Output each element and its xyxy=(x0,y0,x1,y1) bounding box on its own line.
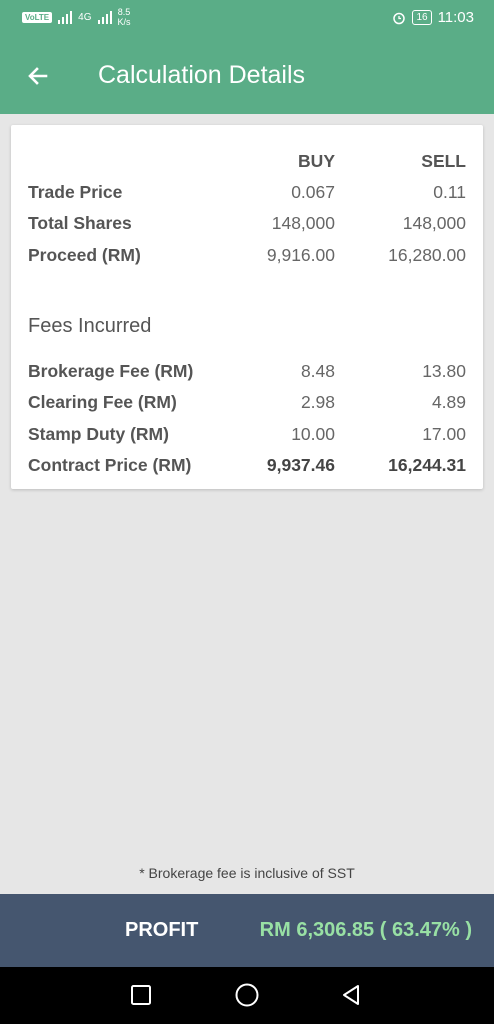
status-bar: VoLTE 4G 8.5 K/s 16 11:03 xyxy=(0,0,494,38)
back-button[interactable] xyxy=(20,58,56,94)
row-proceed: Proceed (RM) 9,916.00 16,280.00 xyxy=(11,245,483,273)
buy-value: 148,000 xyxy=(271,213,335,233)
row-clearing-fee: Clearing Fee (RM) 2.98 4.89 xyxy=(11,392,483,420)
row-label: Total Shares xyxy=(28,213,132,233)
sell-value: 13.80 xyxy=(422,361,466,381)
arrow-left-icon xyxy=(28,67,48,85)
row-stamp-duty: Stamp Duty (RM) 10.00 17.00 xyxy=(11,424,483,452)
status-left: VoLTE 4G 8.5 K/s xyxy=(22,7,131,27)
volte-badge: VoLTE xyxy=(22,11,53,23)
speed-value: 8.5 xyxy=(117,7,131,17)
status-right: 16 11:03 xyxy=(392,9,474,26)
row-label: Contract Price (RM) xyxy=(28,455,192,475)
sell-value: 0.11 xyxy=(433,182,466,202)
signal-icon xyxy=(58,10,73,24)
page-title: Calculation Details xyxy=(98,61,306,89)
profit-label: PROFIT xyxy=(125,919,199,941)
buy-value: 8.48 xyxy=(300,361,335,381)
system-nav-bar xyxy=(0,967,494,1024)
buy-value: 0.067 xyxy=(291,182,335,202)
square-icon xyxy=(131,985,151,1005)
row-contract-price: Contract Price (RM) 9,937.46 16,244.31 xyxy=(11,455,483,483)
buy-value: 9,937.46 xyxy=(266,455,335,475)
buy-value: 10.00 xyxy=(291,424,335,444)
row-label: Stamp Duty (RM) xyxy=(28,424,169,444)
circle-icon xyxy=(235,983,259,1007)
calculation-card: BUY SELL Trade Price 0.067 0.11 Total Sh… xyxy=(11,125,483,489)
sell-value: 148,000 xyxy=(402,213,466,233)
sell-value: 16,244.31 xyxy=(388,455,466,475)
row-label: Clearing Fee (RM) xyxy=(28,392,177,412)
app-bar: Calculation Details xyxy=(0,38,494,114)
row-brokerage-fee: Brokerage Fee (RM) 8.48 13.80 xyxy=(11,361,483,389)
sell-value: 4.89 xyxy=(431,392,466,412)
network-type: 4G xyxy=(78,11,92,23)
battery-level: 16 xyxy=(416,12,428,23)
row-label: Brokerage Fee (RM) xyxy=(28,361,194,381)
battery-icon: 16 xyxy=(412,10,432,25)
triangle-back-icon xyxy=(343,985,359,1005)
clock: 11:03 xyxy=(437,9,474,26)
row-trade-price: Trade Price 0.067 0.11 xyxy=(11,182,483,210)
network-speed: 8.5 K/s xyxy=(118,7,131,27)
buy-value: 2.98 xyxy=(300,392,335,412)
row-total-shares: Total Shares 148,000 148,000 xyxy=(11,213,483,241)
signal-icon-2 xyxy=(97,10,112,24)
back-nav-button[interactable] xyxy=(337,981,365,1009)
profit-bar: PROFIT RM 6,306.85 ( 63.47% ) xyxy=(0,894,494,967)
column-buy-header: BUY xyxy=(298,151,335,171)
speed-unit: K/s xyxy=(117,17,131,27)
row-label: Proceed (RM) xyxy=(28,245,141,265)
row-label: Trade Price xyxy=(28,182,123,202)
alarm-icon xyxy=(393,12,406,24)
buy-value: 9,916.00 xyxy=(266,245,335,265)
table-header: BUY SELL xyxy=(11,151,483,179)
home-button[interactable] xyxy=(233,981,261,1009)
column-sell-header: SELL xyxy=(421,151,466,171)
sell-value: 17.00 xyxy=(422,424,466,444)
sst-note: * Brokerage fee is inclusive of SST xyxy=(139,865,355,881)
recents-button[interactable] xyxy=(127,981,155,1009)
sell-value: 16,280.00 xyxy=(388,245,466,265)
fees-section-title: Fees Incurred xyxy=(28,315,152,337)
profit-value: RM 6,306.85 ( 63.47% ) xyxy=(259,919,472,941)
